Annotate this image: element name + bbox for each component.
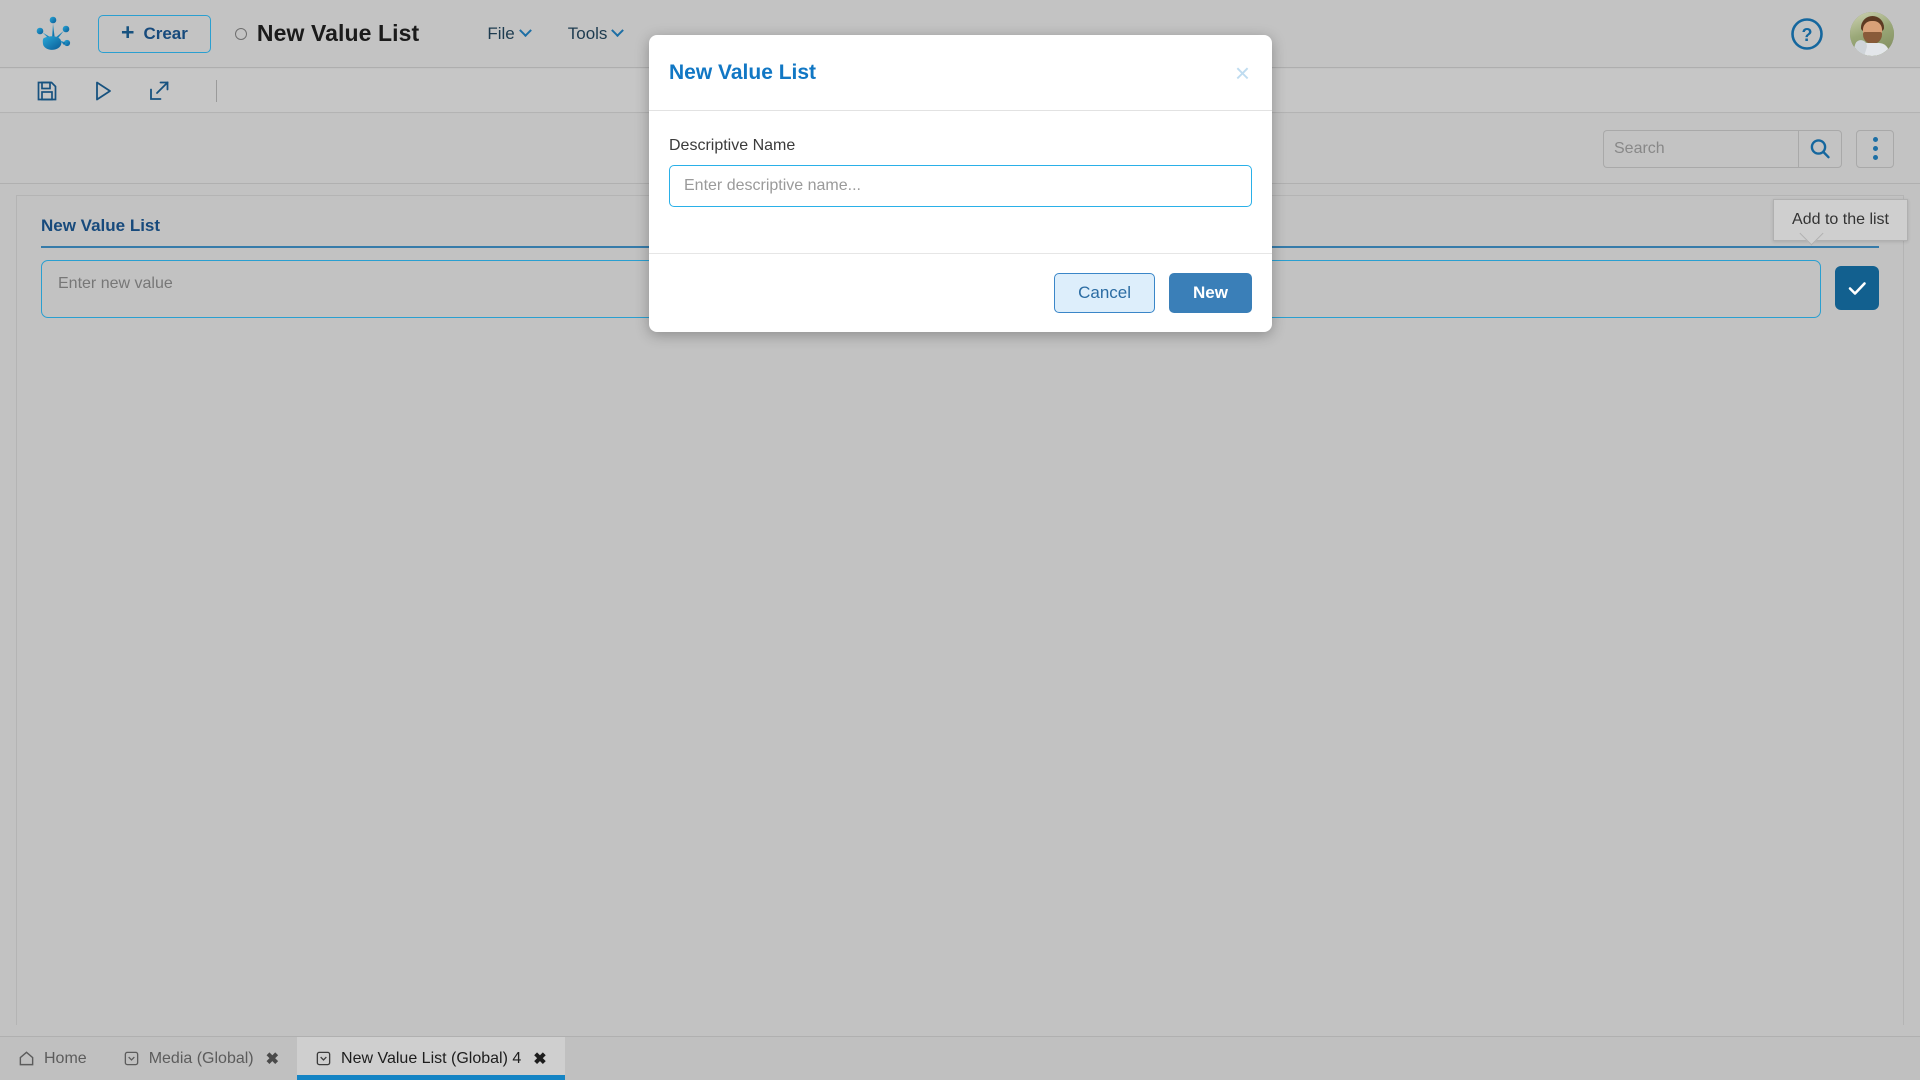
search-input[interactable] [1603, 130, 1798, 168]
tab-new-value-list-global-4[interactable]: New Value List (Global) 4 ✖ [297, 1037, 565, 1080]
tab-home-label: Home [44, 1050, 87, 1068]
chevron-down-icon [612, 24, 625, 37]
run-button[interactable] [90, 78, 116, 104]
add-to-list-tooltip: Add to the list [1773, 199, 1908, 241]
modal-footer: Cancel New [649, 253, 1272, 332]
modal-title: New Value List [669, 61, 816, 85]
search-group [1603, 130, 1842, 168]
tab-close-icon[interactable]: ✖ [266, 1049, 279, 1069]
plus-icon: + [121, 21, 134, 44]
tab-media-global-label: Media (Global) [149, 1050, 254, 1068]
create-button[interactable]: + Crear [98, 15, 211, 53]
search-button[interactable] [1798, 130, 1842, 168]
tab-close-icon[interactable]: ✖ [533, 1049, 546, 1069]
vertical-dots-icon [1873, 137, 1878, 142]
tab-media-global[interactable]: Media (Global) ✖ [105, 1037, 297, 1080]
avatar[interactable] [1850, 12, 1894, 56]
tab-new-value-list-label: New Value List (Global) 4 [341, 1050, 521, 1068]
modal-header: New Value List × [649, 35, 1272, 111]
new-value-list-modal: New Value List × Descriptive Name Cancel… [649, 35, 1272, 332]
modal-body: Descriptive Name [649, 111, 1272, 253]
vertical-dots-icon [1873, 146, 1878, 151]
menu-file-label: File [487, 24, 514, 44]
menu-tools-label: Tools [568, 24, 608, 44]
header-right-group: ? [1790, 12, 1894, 56]
home-icon [18, 1050, 35, 1067]
new-button[interactable]: New [1169, 273, 1252, 313]
object-icon [123, 1050, 140, 1067]
descriptive-name-label: Descriptive Name [669, 137, 1252, 155]
overflow-menu-button[interactable] [1856, 130, 1894, 168]
descriptive-name-input[interactable] [669, 165, 1252, 207]
menu-file[interactable]: File [487, 24, 529, 44]
genexus-frog-logo-icon[interactable] [30, 11, 76, 57]
close-icon[interactable]: × [1235, 60, 1250, 86]
export-button[interactable] [146, 78, 172, 104]
menu-tools[interactable]: Tools [568, 24, 623, 44]
tab-home[interactable]: Home [0, 1037, 105, 1080]
save-button[interactable] [34, 78, 60, 104]
object-icon [315, 1050, 332, 1067]
bottom-tab-bar: Home Media (Global) ✖ New Value List (Gl… [0, 1036, 1920, 1080]
help-circle-icon[interactable]: ? [1790, 17, 1824, 51]
chevron-down-icon [519, 24, 532, 37]
svg-text:?: ? [1802, 25, 1813, 45]
vertical-dots-icon [1873, 155, 1878, 160]
create-button-label: Crear [143, 24, 187, 44]
toolbar-divider [216, 80, 217, 102]
add-to-list-button[interactable] [1835, 266, 1879, 310]
document-state-indicator [235, 28, 247, 40]
document-title: New Value List [257, 20, 419, 47]
cancel-button[interactable]: Cancel [1054, 273, 1155, 313]
